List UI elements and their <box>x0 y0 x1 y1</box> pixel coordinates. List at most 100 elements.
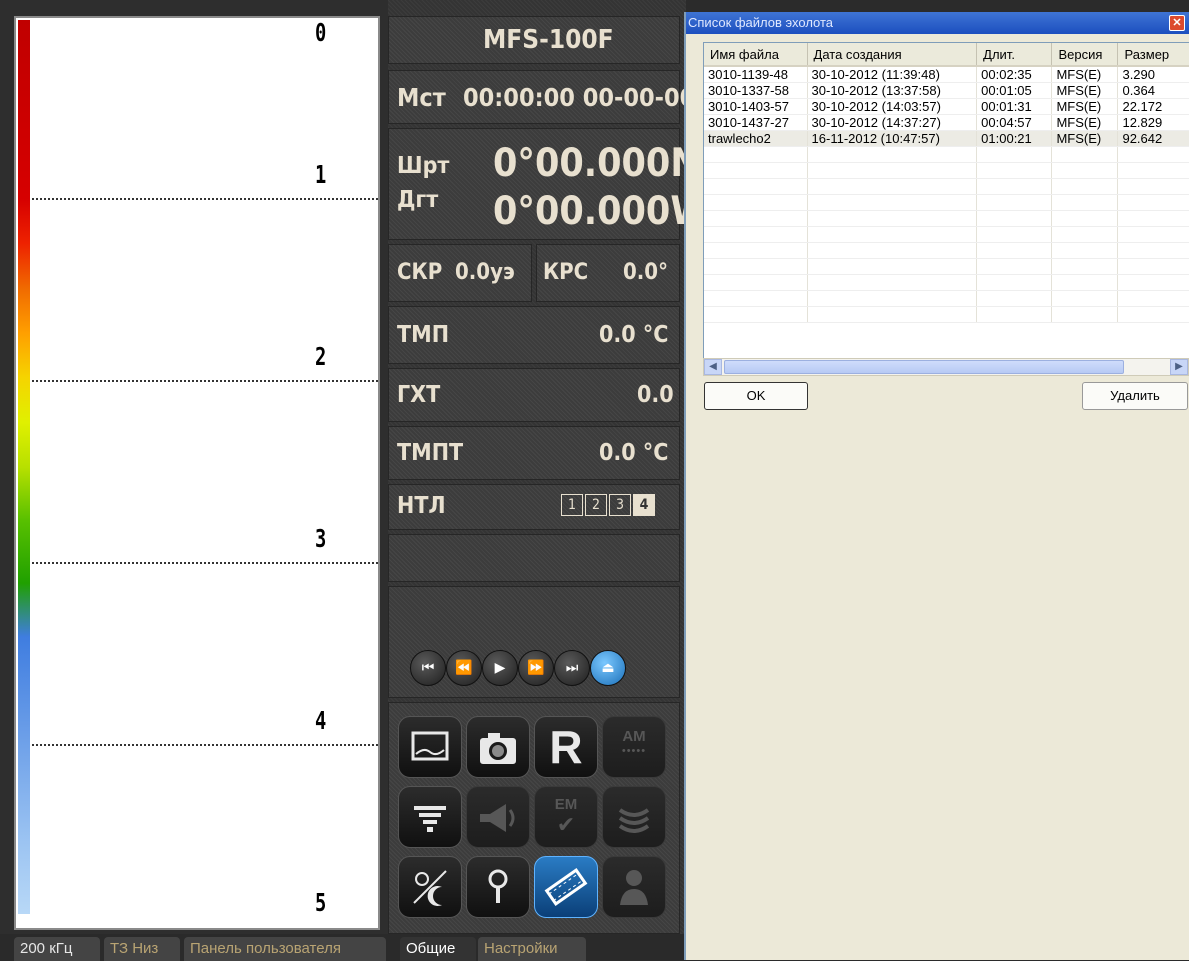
am-button[interactable]: AM ••••• <box>602 716 666 778</box>
cell-version: MFS(E) <box>1051 82 1119 99</box>
echogram-canvas[interactable] <box>14 16 380 930</box>
am-dots-icon: ••••• <box>621 745 647 757</box>
depth-mark-3: 3 <box>315 524 327 553</box>
table-row[interactable]: 3010-1337-58 30-10-2012 (13:37:58) 00:01… <box>704 82 1189 99</box>
screen-mode-button[interactable] <box>398 716 462 778</box>
time-box: Мст 00:00:00 00-00-00 <box>388 70 695 124</box>
column-header-duration[interactable]: Длит. <box>976 43 1053 67</box>
tab-tz-low[interactable]: ТЗ Низ <box>104 937 180 961</box>
cell-date: 30-10-2012 (13:37:58) <box>807 82 978 99</box>
speed-label: СКР <box>397 260 443 285</box>
user-icon <box>620 870 648 905</box>
layer-3-button[interactable]: 3 <box>609 494 631 516</box>
depth-mark-0: 0 <box>315 18 327 47</box>
table-row[interactable]: 3010-1139-48 30-10-2012 (11:39:48) 00:02… <box>704 66 1189 83</box>
delete-button[interactable]: Удалить <box>1082 382 1188 410</box>
table-row[interactable]: trawlecho2 16-11-2012 (10:47:57) 01:00:2… <box>704 130 1189 147</box>
scroll-left-icon[interactable]: ◀ <box>704 359 722 375</box>
temperature-box: ТМП 0.0 °C <box>388 306 680 364</box>
scroll-right-icon[interactable]: ▶ <box>1170 359 1188 375</box>
depth-gridline <box>32 744 378 746</box>
column-header-size[interactable]: Размер <box>1117 43 1189 67</box>
depth-value: 0.0 <box>637 382 674 408</box>
cell-filename: 3010-1337-58 <box>704 82 808 99</box>
record-button[interactable]: R <box>534 716 598 778</box>
cell-duration: 01:00:21 <box>976 130 1053 147</box>
empty-box <box>388 534 680 582</box>
file-table: Имя файла Дата создания Длит. Версия Раз… <box>703 42 1189 374</box>
fast-forward-icon[interactable]: ⏩ <box>518 650 554 686</box>
temperature-label: ТМП <box>397 322 450 348</box>
layer-label: НТЛ <box>397 493 446 519</box>
tab-user-panel[interactable]: Панель пользователя <box>184 937 386 961</box>
column-header-filename[interactable]: Имя файла <box>704 43 808 67</box>
cell-size: 12.829 <box>1117 114 1189 131</box>
cell-size: 92.642 <box>1117 130 1189 147</box>
megaphone-icon <box>480 804 515 832</box>
cell-duration: 00:01:05 <box>976 82 1053 99</box>
layer-2-button[interactable]: 2 <box>585 494 607 516</box>
column-header-date[interactable]: Дата создания <box>807 43 978 67</box>
record-r-icon: R <box>549 721 583 773</box>
am-icon: AM <box>622 728 646 745</box>
cell-date: 16-11-2012 (10:47:57) <box>807 130 978 147</box>
dialog-title: Список файлов эхолота <box>688 15 834 30</box>
time-value: 00:00:00 00-00-00 <box>463 83 696 112</box>
depth-mark-5: 5 <box>315 888 327 917</box>
cell-duration: 00:02:35 <box>976 66 1053 83</box>
em-button[interactable]: EM ✔ <box>534 786 598 848</box>
ok-button[interactable]: OK <box>704 382 808 410</box>
layers-button[interactable] <box>602 786 666 848</box>
tab-settings[interactable]: Настройки <box>478 937 586 961</box>
file-playback-button[interactable] <box>534 856 598 918</box>
tab-frequency[interactable]: 200 кГц <box>14 937 100 961</box>
file-table-grid: Имя файла Дата создания Длит. Версия Раз… <box>704 43 1189 323</box>
cell-version: MFS(E) <box>1051 114 1119 131</box>
course-label: КРС <box>543 260 589 285</box>
empty-row <box>704 274 1189 291</box>
table-row[interactable]: 3010-1403-57 30-10-2012 (14:03:57) 00:01… <box>704 98 1189 115</box>
cell-date: 30-10-2012 (14:37:27) <box>807 114 978 131</box>
skip-last-icon[interactable]: ⏭ <box>554 650 590 686</box>
dialog-titlebar: Список файлов эхолота ✕ <box>686 12 1189 34</box>
layer-4-button[interactable]: 4 <box>633 494 655 516</box>
scrollbar-thumb[interactable] <box>724 360 1124 374</box>
table-row[interactable]: 3010-1437-27 30-10-2012 (14:37:27) 00:04… <box>704 114 1189 131</box>
rewind-icon[interactable]: ⏪ <box>446 650 482 686</box>
longitude-label: Дгт <box>397 187 439 213</box>
empty-row <box>704 178 1189 195</box>
filter-button[interactable] <box>398 786 462 848</box>
day-night-button[interactable] <box>398 856 462 918</box>
temperature2-value: 0.0 °C <box>599 440 669 466</box>
alarm-button[interactable] <box>466 786 530 848</box>
horizontal-scrollbar[interactable]: ◀ ▶ <box>703 358 1189 376</box>
tab-general[interactable]: Общие <box>400 937 476 961</box>
echogram-panel: 0 1 2 3 4 5 <box>0 0 388 960</box>
magnifier-icon <box>488 869 508 903</box>
cell-version: MFS(E) <box>1051 66 1119 83</box>
file-list-dialog: Список файлов эхолота ✕ Имя файла Дата с… <box>684 12 1189 960</box>
model-box: MFS-100F <box>388 16 680 64</box>
cell-version: MFS(E) <box>1051 98 1119 115</box>
layer-box: НТЛ 1 2 3 4 <box>388 484 680 530</box>
depth-mark-1: 1 <box>315 160 327 189</box>
play-icon[interactable]: ▶ <box>482 650 518 686</box>
column-header-version[interactable]: Версия <box>1051 43 1119 67</box>
user-button[interactable] <box>602 856 666 918</box>
close-icon[interactable]: ✕ <box>1169 15 1185 31</box>
cell-size: 0.364 <box>1117 82 1189 99</box>
layer-1-button[interactable]: 1 <box>561 494 583 516</box>
skip-first-icon[interactable]: ⏮ <box>410 650 446 686</box>
sun-moon-icon <box>413 870 447 906</box>
longitude-value: 0°00.000W <box>493 189 710 234</box>
screenshot-button[interactable] <box>466 716 530 778</box>
cell-duration: 00:04:57 <box>976 114 1053 131</box>
depth-label: ГХТ <box>397 382 441 408</box>
zoom-button[interactable] <box>466 856 530 918</box>
cell-size: 3.290 <box>1117 66 1189 83</box>
depth-mark-2: 2 <box>315 342 327 371</box>
depth-gridline <box>32 380 378 382</box>
empty-row <box>704 226 1189 243</box>
depth-box: ГХТ 0.0 <box>388 368 680 422</box>
eject-icon[interactable]: ⏏ <box>590 650 626 686</box>
